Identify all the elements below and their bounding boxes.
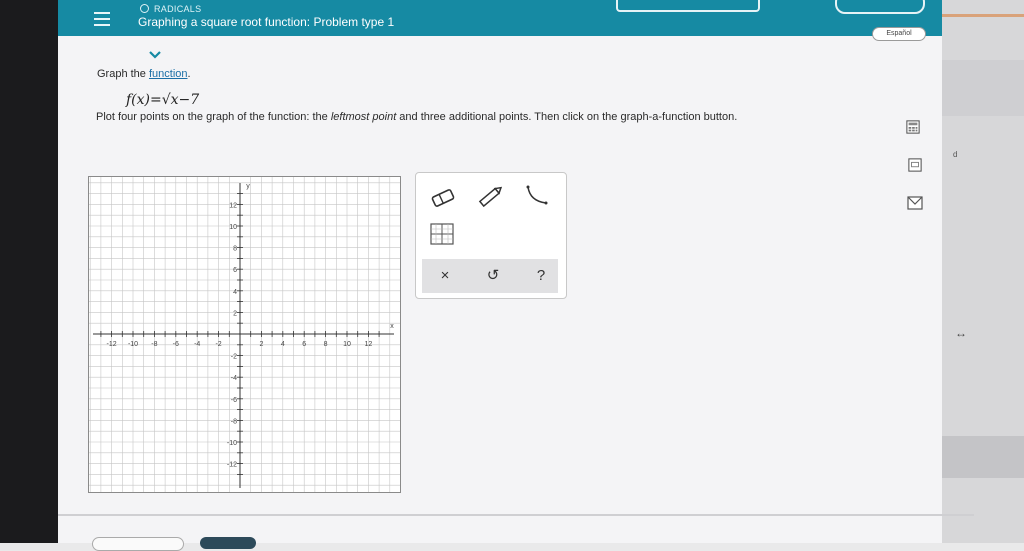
- y-tick-label: -4: [231, 375, 237, 382]
- y-tick-label: -6: [231, 397, 237, 404]
- instruction-suffix: .: [187, 68, 191, 80]
- x-tick-label: -6: [173, 341, 179, 348]
- y-tick-label: -2: [231, 354, 237, 361]
- collapse-chevron-icon[interactable]: [144, 45, 166, 65]
- espanol-button[interactable]: Español: [872, 27, 926, 41]
- x-tick-label: 8: [324, 341, 328, 348]
- right-panel: [942, 0, 1024, 543]
- plot-instruction: Plot four points on the graph of the fun…: [96, 110, 856, 124]
- undo-button[interactable]: ↺: [478, 265, 508, 287]
- eraser-icon[interactable]: [428, 185, 458, 211]
- calculator-icon[interactable]: [905, 120, 921, 134]
- device-bezel: [0, 0, 58, 543]
- topic-text: RADICALS: [154, 4, 202, 14]
- grid-canvas[interactable]: -12 -10 -8 -6 -4 -2 2 4 6 8 10 12 12 10 8 6 4 2 -2 -4 -6 -8 -1…: [89, 177, 400, 492]
- mail-icon[interactable]: [907, 196, 923, 210]
- graph-toolbox: × ↺ ?: [415, 172, 567, 299]
- y-tick-label: -12: [227, 462, 237, 469]
- action-bar: × ↺ ?: [422, 259, 558, 293]
- right-panel-band: [942, 60, 1024, 116]
- x-tick-label: -10: [128, 341, 138, 348]
- coordinate-grid[interactable]: -12 -10 -8 -6 -4 -2 2 4 6 8 10 12 12 10 8 6 4 2 -2 -4 -6 -8 -1…: [88, 176, 401, 493]
- x-tick-label: 4: [281, 341, 285, 348]
- help-button[interactable]: ?: [526, 265, 556, 287]
- y-tick-label: -8: [231, 418, 237, 425]
- check-button[interactable]: [200, 537, 256, 549]
- bottom-divider: [58, 514, 974, 516]
- x-tick-label: -8: [151, 341, 157, 348]
- x-tick-label: -4: [194, 341, 200, 348]
- graph-instruction: Graph the function.: [97, 68, 191, 80]
- cut-off-text: d: [953, 150, 958, 159]
- y-tick-label: 2: [233, 310, 237, 317]
- resize-arrow-icon[interactable]: ↔: [955, 326, 967, 340]
- dictionary-icon[interactable]: [907, 158, 923, 172]
- y-tick-label: 10: [229, 224, 237, 231]
- clear-button[interactable]: ×: [430, 265, 460, 287]
- hamburger-menu-icon[interactable]: [94, 12, 110, 26]
- right-panel-accent: [942, 14, 1024, 17]
- function-formula: f(x)=√x−7: [126, 92, 200, 108]
- instruction-prefix: Graph the: [97, 68, 149, 80]
- y-axis-label: y: [246, 183, 250, 190]
- point-grid-icon[interactable]: [428, 221, 458, 247]
- y-tick-label: 12: [229, 202, 237, 209]
- x-axis-label: x: [390, 323, 394, 330]
- topic-label: RADICALS: [140, 4, 201, 14]
- x-tick-label: -12: [107, 341, 117, 348]
- y-tick-label: 4: [233, 289, 237, 296]
- header-bar: RADICALS Graphing a square root function…: [58, 0, 942, 36]
- explanation-button[interactable]: [92, 537, 184, 551]
- problem-title: Graphing a square root function: Problem…: [138, 15, 395, 29]
- y-tick-label: 8: [233, 246, 237, 253]
- instruction-emphasis: leftmost point: [330, 111, 397, 123]
- x-tick-label: 12: [365, 341, 373, 348]
- top-right-button[interactable]: [835, 0, 925, 14]
- x-tick-label: 10: [343, 341, 351, 348]
- x-tick-label: -2: [215, 341, 221, 348]
- topic-circle-icon: [140, 4, 149, 13]
- progress-tabs[interactable]: [616, 0, 760, 12]
- right-panel-band-lower: [942, 436, 1024, 478]
- pencil-icon[interactable]: [476, 183, 506, 209]
- instruction-part1: Plot four points on the graph of the fun…: [96, 111, 331, 123]
- x-tick-label: 2: [259, 341, 263, 348]
- x-tick-label: 6: [302, 341, 306, 348]
- function-link[interactable]: function: [149, 68, 188, 80]
- instruction-part2: and three additional points. Then click …: [396, 111, 738, 123]
- y-tick-label: 6: [233, 267, 237, 274]
- y-tick-label: -10: [227, 440, 237, 447]
- graph-a-function-icon[interactable]: [522, 183, 552, 209]
